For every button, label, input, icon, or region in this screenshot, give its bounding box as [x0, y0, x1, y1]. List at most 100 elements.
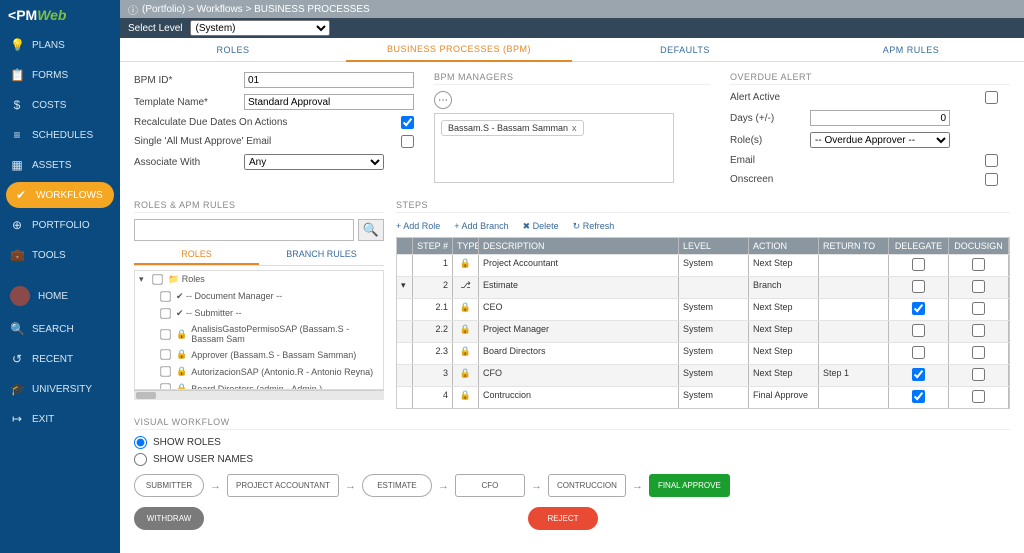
sidebar-item-costs[interactable]: $COSTS: [0, 90, 120, 120]
sidebar-item-portfolio[interactable]: ⊕PORTFOLIO: [0, 210, 120, 240]
docusign-checkbox[interactable]: [972, 258, 985, 271]
show-roles-radio[interactable]: [134, 436, 147, 449]
sidebar-item-forms[interactable]: 📋FORMS: [0, 60, 120, 90]
sidebar-item-plans[interactable]: 💡PLANS: [0, 30, 120, 60]
docusign-checkbox[interactable]: [972, 368, 985, 381]
add-role-button[interactable]: + Add Role: [396, 221, 440, 232]
nav-icon: ▦: [10, 158, 24, 172]
lock-icon: 🔒: [460, 258, 471, 268]
bpm-managers-column: BPM MANAGERS ⋯ Bassam.S - Bassam Sammanx: [434, 72, 710, 192]
arrow-icon: →: [438, 480, 449, 492]
level-select[interactable]: (System): [190, 20, 330, 36]
delegate-checkbox[interactable]: [912, 324, 925, 337]
grid-row[interactable]: 3🔒CFOSystemNext StepStep 1: [397, 364, 1009, 386]
node-withdraw[interactable]: WITHDRAW: [134, 507, 204, 530]
subtab-roles[interactable]: ROLES: [134, 245, 259, 265]
node-cfo[interactable]: CFO: [455, 474, 525, 497]
grid-row[interactable]: 4🔒ContruccionSystemFinal Approve: [397, 386, 1009, 408]
sidebar-item-workflows[interactable]: ✔WORKFLOWS: [6, 182, 114, 208]
delete-button[interactable]: ✖ Delete: [523, 221, 559, 232]
lock-icon: 🔒: [460, 390, 471, 400]
overdue-onscreen-checkbox[interactable]: [985, 173, 998, 186]
tree-node[interactable]: ▾📁 Roles: [135, 271, 383, 288]
tree-node[interactable]: 🔒Board Directors (admin - Admin ): [135, 380, 383, 390]
docusign-checkbox[interactable]: [972, 324, 985, 337]
lock-icon: 🔒: [176, 383, 187, 390]
branch-icon: ⎇: [460, 280, 470, 290]
template-name-input[interactable]: [244, 94, 414, 110]
refresh-button[interactable]: ↻ Refresh: [573, 221, 615, 232]
roles-tree[interactable]: ▾📁 Roles✔ -- Document Manager --✔ -- Sub…: [134, 270, 384, 390]
search-button[interactable]: 🔍: [358, 219, 384, 241]
tree-scrollbar[interactable]: [134, 390, 384, 400]
sidebar: <PMWeb 💡PLANS📋FORMS$COSTS≡SCHEDULES▦ASSE…: [0, 0, 120, 553]
sidebar-item-recent[interactable]: ↺RECENT: [0, 344, 120, 374]
node-final-approve[interactable]: FINAL APPROVE: [649, 474, 730, 497]
roles-panel-title: ROLES & APM RULES: [134, 200, 384, 213]
tree-node[interactable]: 🔒AnalisisGastoPermisoSAP (Bassam.S - Bas…: [135, 322, 383, 346]
recalc-checkbox[interactable]: [401, 116, 414, 129]
subtab-branch-rules[interactable]: BRANCH RULES: [259, 245, 384, 265]
docusign-checkbox[interactable]: [972, 346, 985, 359]
delegate-checkbox[interactable]: [912, 390, 925, 403]
lock-icon: 🔒: [176, 349, 187, 360]
show-users-radio[interactable]: [134, 453, 147, 466]
lock-icon: 🔒: [460, 346, 471, 356]
grid-row[interactable]: 2.3🔒Board DirectorsSystemNext Step: [397, 342, 1009, 364]
sidebar-item-exit[interactable]: ↦EXIT: [0, 404, 120, 434]
bpm-id-input[interactable]: [244, 72, 414, 88]
node-estimate[interactable]: ESTIMATE: [362, 474, 432, 497]
tree-node[interactable]: ✔ -- Document Manager --: [135, 288, 383, 305]
grid-row[interactable]: 2.1🔒CEOSystemNext Step: [397, 298, 1009, 320]
docusign-checkbox[interactable]: [972, 390, 985, 403]
sidebar-item-university[interactable]: 🎓UNIVERSITY: [0, 374, 120, 404]
nav-icon: $: [10, 98, 24, 112]
node-submitter[interactable]: SUBMITTER: [134, 474, 204, 497]
overdue-email-checkbox[interactable]: [985, 154, 998, 167]
node-reject[interactable]: REJECT: [528, 507, 598, 530]
associate-select[interactable]: Any: [244, 154, 384, 170]
tree-node[interactable]: 🔒AutorizacionSAP (Antonio.R - Antonio Re…: [135, 363, 383, 380]
alert-active-checkbox[interactable]: [985, 91, 998, 104]
nav-icon: ✔: [14, 188, 28, 202]
info-icon[interactable]: ⓘ: [128, 2, 138, 17]
grid-row[interactable]: 2.2🔒Project ManagerSystemNext Step: [397, 320, 1009, 342]
main-tabs: ROLESBUSINESS PROCESSES (BPM)DEFAULTSAPM…: [120, 38, 1024, 62]
node-project-accountant[interactable]: PROJECT ACCOUNTANT: [227, 474, 339, 497]
overdue-roles-select[interactable]: -- Overdue Approver --: [810, 132, 950, 148]
tab-apm-rules[interactable]: APM RULES: [798, 39, 1024, 61]
avatar: [10, 286, 30, 306]
roles-search-input[interactable]: [134, 219, 354, 241]
delegate-checkbox[interactable]: [912, 280, 925, 293]
sidebar-item-tools[interactable]: 💼TOOLS: [0, 240, 120, 270]
tab-roles[interactable]: ROLES: [120, 39, 346, 61]
sidebar-item-search[interactable]: 🔍SEARCH: [0, 314, 120, 344]
bpm-ellipsis-button[interactable]: ⋯: [434, 91, 452, 109]
grid-row[interactable]: ▾2⎇EstimateBranch: [397, 276, 1009, 298]
delegate-checkbox[interactable]: [912, 346, 925, 359]
delegate-checkbox[interactable]: [912, 258, 925, 271]
nav-icon: 🔍: [10, 322, 24, 336]
steps-title: STEPS: [396, 200, 1010, 213]
sidebar-item-schedules[interactable]: ≡SCHEDULES: [0, 120, 120, 150]
tab-defaults[interactable]: DEFAULTS: [572, 39, 798, 61]
node-contruccion[interactable]: CONTRUCCION: [548, 474, 626, 497]
bpm-managers-box: Bassam.S - Bassam Sammanx: [434, 113, 674, 183]
grid-row[interactable]: 1🔒Project AccountantSystemNext Step: [397, 254, 1009, 276]
tree-node[interactable]: ✔ -- Submitter --: [135, 305, 383, 322]
sidebar-item-assets[interactable]: ▦ASSETS: [0, 150, 120, 180]
lock-icon: 🔒: [176, 366, 187, 377]
add-branch-button[interactable]: + Add Branch: [454, 221, 508, 232]
lock-icon: 🔒: [460, 302, 471, 312]
docusign-checkbox[interactable]: [972, 302, 985, 315]
tab-business-processes-bpm-[interactable]: BUSINESS PROCESSES (BPM): [346, 38, 572, 62]
single-email-checkbox[interactable]: [401, 135, 414, 148]
delegate-checkbox[interactable]: [912, 368, 925, 381]
remove-chip-icon[interactable]: x: [572, 123, 577, 133]
docusign-checkbox[interactable]: [972, 280, 985, 293]
sidebar-item-home[interactable]: HOME: [0, 278, 120, 314]
tree-node[interactable]: 🔒Approver (Bassam.S - Bassam Samman): [135, 346, 383, 363]
delegate-checkbox[interactable]: [912, 302, 925, 315]
days-input[interactable]: [810, 110, 950, 126]
nav-icon: 🎓: [10, 382, 24, 396]
